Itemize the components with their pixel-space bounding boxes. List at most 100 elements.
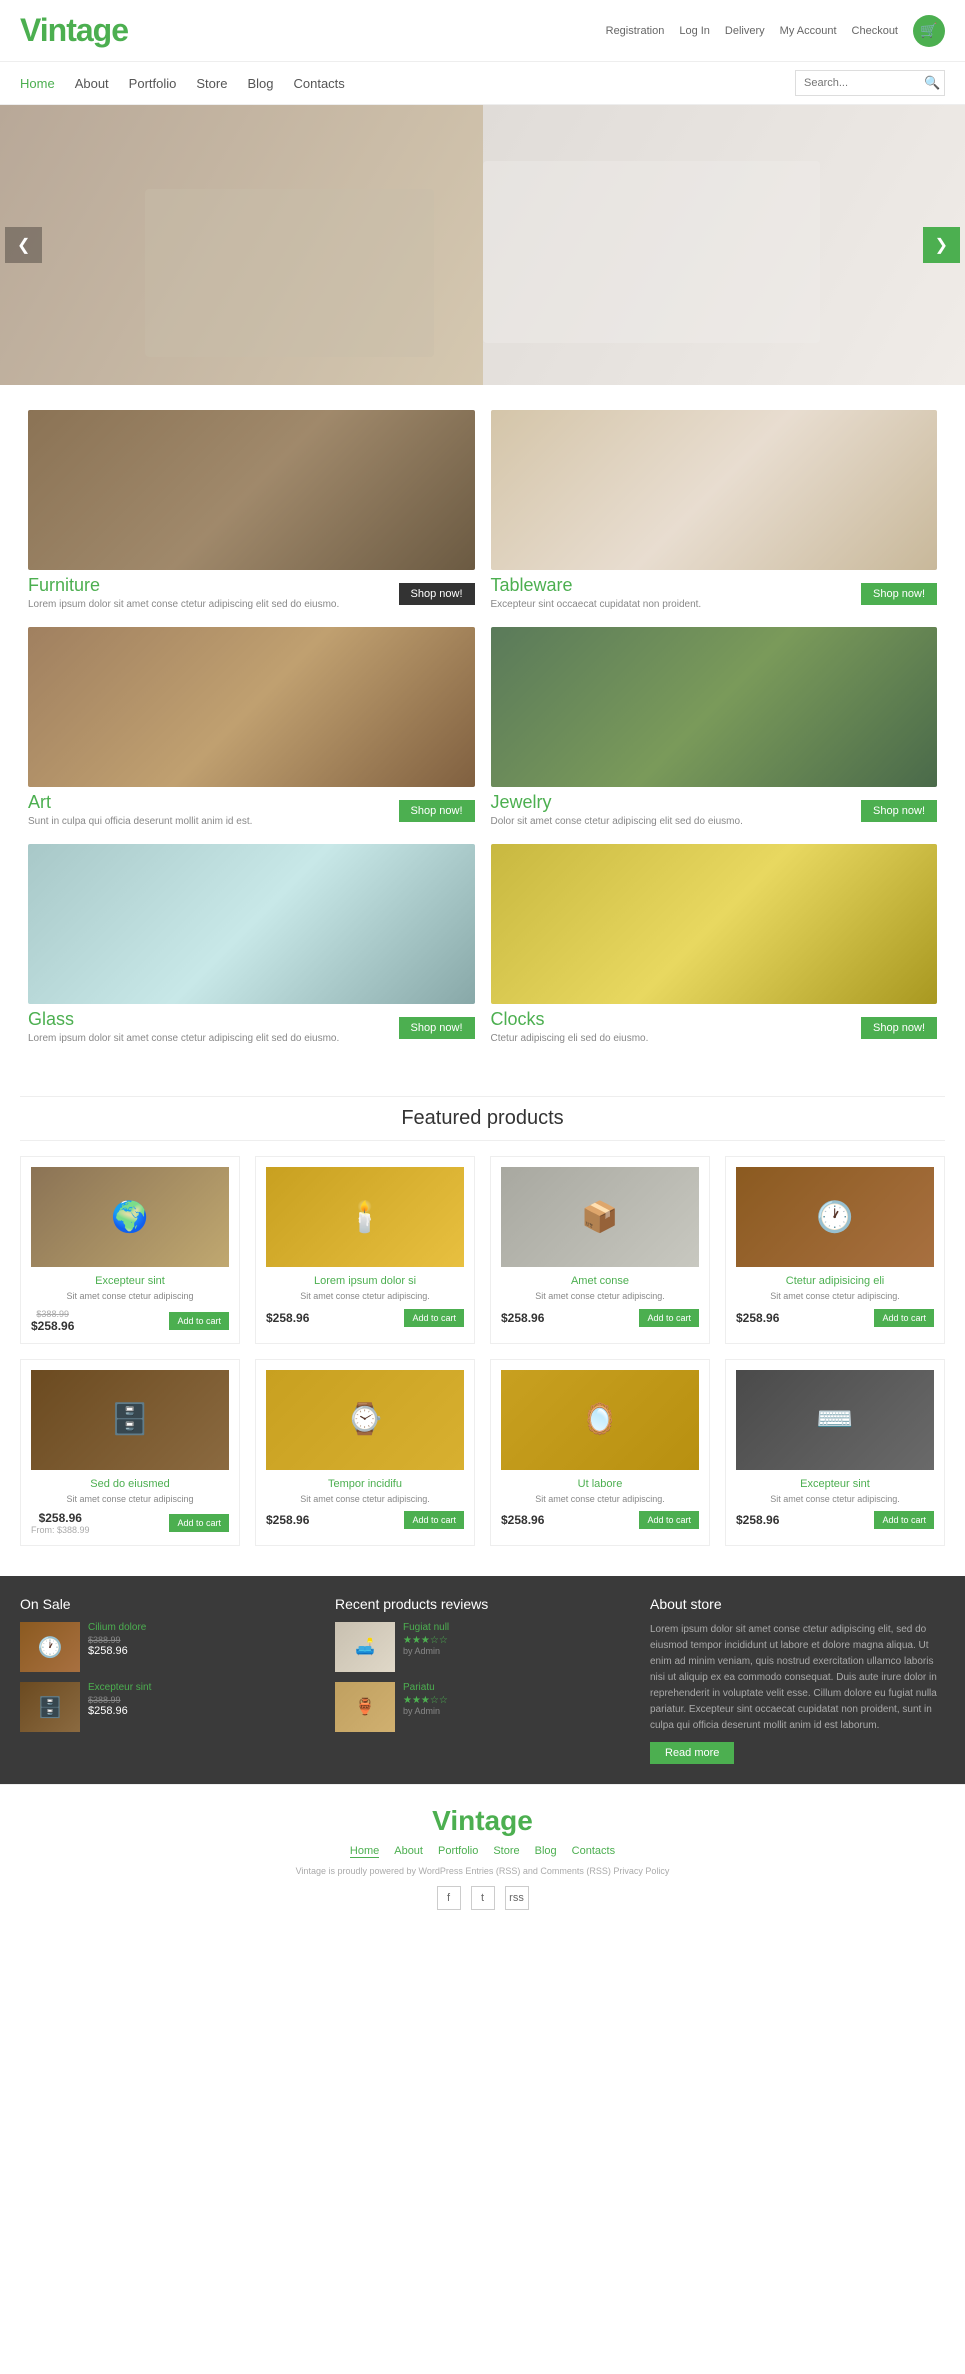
product-clock: 🕐 Ctetur adipisicing eli Sit amet conse … xyxy=(725,1156,945,1344)
product-clock-image: 🕐 xyxy=(736,1167,934,1267)
products-row-2: 🗄️ Sed do eiusmed Sit amet conse ctetur … xyxy=(20,1359,945,1547)
nav-contacts[interactable]: Contacts xyxy=(293,76,344,91)
category-tableware: Tableware Excepteur sint occaecat cupida… xyxy=(483,410,946,612)
product-candlesticks-price: $258.96 xyxy=(266,1311,309,1325)
product-globes-price: $258.96 xyxy=(31,1319,74,1333)
footer-nav-home[interactable]: Home xyxy=(350,1845,379,1858)
footer-nav: Home About Portfolio Store Blog Contacts xyxy=(20,1845,945,1858)
sale-item-2-price: $258.96 xyxy=(88,1705,151,1717)
login-link[interactable]: Log In xyxy=(679,25,710,37)
glass-footer: Glass Lorem ipsum dolor sit amet conse c… xyxy=(28,1009,475,1046)
product-globes-name: Excepteur sint xyxy=(31,1275,229,1287)
product-globes-old-price: $388.99 xyxy=(31,1309,74,1319)
art-footer: Art Sunt in culpa qui officia deserunt m… xyxy=(28,792,475,829)
product-clock-desc: Sit amet conse ctetur adipiscing. xyxy=(736,1291,934,1303)
products-row-1: 🌍 Excepteur sint Sit amet conse ctetur a… xyxy=(20,1156,945,1344)
product-cabinet-name: Sed do eiusmed xyxy=(31,1478,229,1490)
product-globes-add-cart[interactable]: Add to cart xyxy=(169,1312,229,1330)
search-box: 🔍 xyxy=(795,70,945,96)
twitter-icon[interactable]: t xyxy=(471,1886,495,1910)
nav-blog[interactable]: Blog xyxy=(247,76,273,91)
review-item-2-image: 🏺 xyxy=(335,1682,395,1732)
review-item-2-by: by Admin xyxy=(403,1706,448,1716)
clocks-shop-button[interactable]: Shop now! xyxy=(861,1017,937,1039)
cart-button[interactable]: 🛒 xyxy=(913,15,945,47)
footer-nav-contacts[interactable]: Contacts xyxy=(572,1845,615,1858)
product-candlesticks: 🕯️ Lorem ipsum dolor si Sit amet conse c… xyxy=(255,1156,475,1344)
sale-item-1-image: 🕐 xyxy=(20,1622,80,1672)
review-item-1-by: by Admin xyxy=(403,1646,449,1656)
nav-portfolio[interactable]: Portfolio xyxy=(129,76,177,91)
product-typewriter-desc: Sit amet conse ctetur adipiscing. xyxy=(736,1494,934,1506)
registration-link[interactable]: Registration xyxy=(606,25,665,37)
product-box-desc: Sit amet conse ctetur adipiscing. xyxy=(501,1291,699,1303)
product-typewriter-name: Excepteur sint xyxy=(736,1478,934,1490)
footer-nav-blog[interactable]: Blog xyxy=(535,1845,557,1858)
read-more-button[interactable]: Read more xyxy=(650,1742,734,1764)
hero-prev-button[interactable]: ❮ xyxy=(5,227,42,263)
product-mirror-add-cart[interactable]: Add to cart xyxy=(639,1511,699,1529)
footer-nav-store[interactable]: Store xyxy=(493,1845,519,1858)
tableware-image xyxy=(491,410,938,570)
product-cabinet-add-cart[interactable]: Add to cart xyxy=(169,1514,229,1532)
header: Vintage Registration Log In Delivery My … xyxy=(0,0,965,105)
product-mirror: 🪞 Ut labore Sit amet conse ctetur adipis… xyxy=(490,1359,710,1547)
product-box-add-cart[interactable]: Add to cart xyxy=(639,1309,699,1327)
nav-home[interactable]: Home xyxy=(20,76,55,91)
product-globes: 🌍 Excepteur sint Sit amet conse ctetur a… xyxy=(20,1156,240,1344)
footer-nav-about[interactable]: About xyxy=(394,1845,423,1858)
product-typewriter-add-cart[interactable]: Add to cart xyxy=(874,1511,934,1529)
product-candlesticks-image: 🕯️ xyxy=(266,1167,464,1267)
product-box-price-row: $258.96 Add to cart xyxy=(501,1309,699,1327)
glass-desc: Lorem ipsum dolor sit amet conse ctetur … xyxy=(28,1032,339,1046)
sale-item-2-info: Excepteur sint $388.99 $258.96 xyxy=(88,1682,151,1717)
art-info: Art Sunt in culpa qui officia deserunt m… xyxy=(28,792,252,829)
jewelry-shop-button[interactable]: Shop now! xyxy=(861,800,937,822)
top-links: Registration Log In Delivery My Account … xyxy=(606,15,945,47)
product-watch-add-cart[interactable]: Add to cart xyxy=(404,1511,464,1529)
product-typewriter-image: ⌨️ xyxy=(736,1370,934,1470)
glass-shop-button[interactable]: Shop now! xyxy=(399,1017,475,1039)
nav-store[interactable]: Store xyxy=(196,76,227,91)
review-item-1-stars: ★★★☆☆ xyxy=(403,1635,449,1646)
search-input[interactable] xyxy=(804,77,924,89)
product-cabinet-prices: $258.96 From: $388.99 xyxy=(31,1511,90,1535)
clocks-image xyxy=(491,844,938,1004)
furniture-shop-button[interactable]: Shop now! xyxy=(399,583,475,605)
sale-item-1: 🕐 Cilium dolore $388.99 $258.96 xyxy=(20,1622,315,1672)
product-clock-add-cart[interactable]: Add to cart xyxy=(874,1309,934,1327)
jewelry-image xyxy=(491,627,938,787)
product-clock-name: Ctetur adipisicing eli xyxy=(736,1275,934,1287)
product-globes-price-row: $388.99 $258.96 Add to cart xyxy=(31,1309,229,1333)
footer-nav-portfolio[interactable]: Portfolio xyxy=(438,1845,478,1858)
tableware-shop-button[interactable]: Shop now! xyxy=(861,583,937,605)
rss-icon[interactable]: rss xyxy=(505,1886,529,1910)
my-account-link[interactable]: My Account xyxy=(780,25,837,37)
reviews-section: Recent products reviews 🛋️ Fugiat null ★… xyxy=(335,1596,630,1764)
tableware-title: Tableware xyxy=(491,575,702,596)
checkout-link[interactable]: Checkout xyxy=(852,25,898,37)
art-shop-button[interactable]: Shop now! xyxy=(399,800,475,822)
jewelry-title: Jewelry xyxy=(491,792,743,813)
hero-next-button[interactable]: ❯ xyxy=(923,227,960,263)
footer-logo-v: V xyxy=(432,1805,450,1836)
nav-about[interactable]: About xyxy=(75,76,109,91)
glass-image xyxy=(28,844,475,1004)
product-candlesticks-desc: Sit amet conse ctetur adipiscing. xyxy=(266,1291,464,1303)
featured-title: Featured products xyxy=(20,1096,945,1141)
top-bar: Vintage Registration Log In Delivery My … xyxy=(0,0,965,62)
product-candlesticks-add-cart[interactable]: Add to cart xyxy=(404,1309,464,1327)
site-logo[interactable]: Vintage xyxy=(20,12,128,49)
product-clock-price: $258.96 xyxy=(736,1311,779,1325)
facebook-icon[interactable]: f xyxy=(437,1886,461,1910)
jewelry-desc: Dolor sit amet conse ctetur adipiscing e… xyxy=(491,815,743,829)
search-icon: 🔍 xyxy=(924,75,940,91)
furniture-footer: Furniture Lorem ipsum dolor sit amet con… xyxy=(28,575,475,612)
product-typewriter-price: $258.96 xyxy=(736,1513,779,1527)
delivery-link[interactable]: Delivery xyxy=(725,25,765,37)
about-store-text: Lorem ipsum dolor sit amet conse ctetur … xyxy=(650,1622,945,1734)
product-watch: ⌚ Tempor incidifu Sit amet conse ctetur … xyxy=(255,1359,475,1547)
review-item-2-name: Pariatu xyxy=(403,1682,448,1693)
social-icons: f t rss xyxy=(20,1886,945,1910)
footer-logo: Vintage xyxy=(20,1805,945,1837)
